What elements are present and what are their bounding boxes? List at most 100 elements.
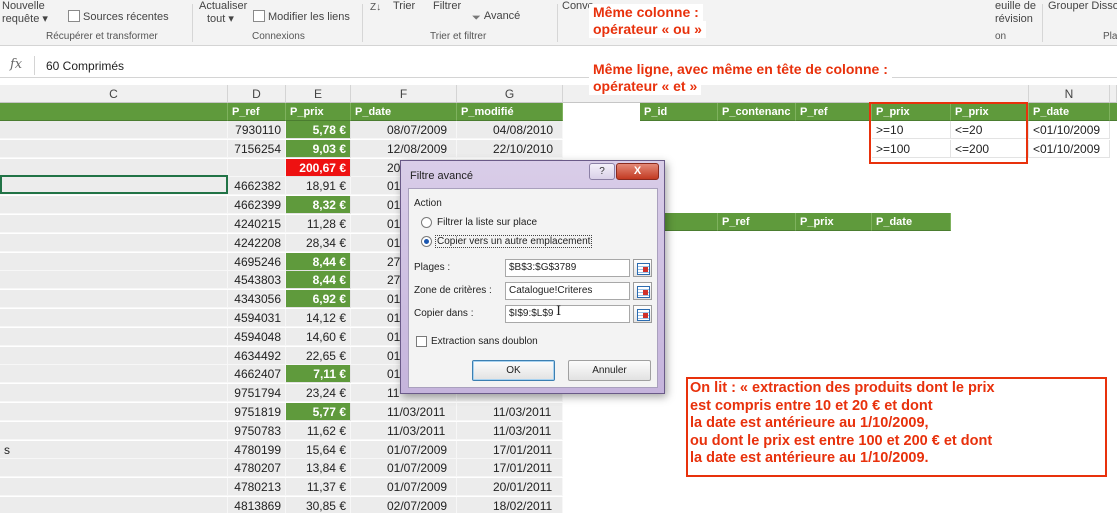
cell-c[interactable] xyxy=(0,290,228,309)
cell-c[interactable] xyxy=(0,365,228,384)
cell-c[interactable] xyxy=(0,271,228,290)
criteria-cell-date-row1[interactable]: <01/10/2009 xyxy=(1029,121,1110,139)
cell-p-ref[interactable]: 7930110 xyxy=(228,121,286,139)
output-header-p-prix[interactable]: P_prix xyxy=(796,213,872,231)
criteria-header-p-contenance[interactable]: P_contenanc xyxy=(718,103,796,121)
cell-p-modifie[interactable]: 20/01/2011 xyxy=(457,478,563,497)
header-p-modifie[interactable]: P_modifié xyxy=(457,103,563,121)
ribbon-group-ungroup-button[interactable]: Grouper Dissoc xyxy=(1048,0,1117,12)
cell-c[interactable] xyxy=(0,421,228,440)
cell-p-prix[interactable]: 15,64 € xyxy=(286,440,351,459)
cell-p-modifie[interactable]: 11/03/2011 xyxy=(457,403,563,421)
header-p-prix[interactable]: P_prix xyxy=(286,103,351,121)
cell-p-prix[interactable]: 8,44 € xyxy=(286,271,351,290)
sort-za-icon[interactable]: Z↓ xyxy=(370,2,381,13)
cell-c[interactable] xyxy=(0,478,228,497)
range-picker-icon[interactable] xyxy=(633,259,652,277)
cell-c[interactable] xyxy=(0,346,228,365)
cell-p-ref[interactable]: 4780199 xyxy=(228,440,286,459)
cell-p-prix[interactable]: 5,78 € xyxy=(286,121,351,139)
cell-c[interactable] xyxy=(0,215,228,233)
cell-p-date[interactable]: 02/07/2009 xyxy=(351,497,457,513)
cell-p-prix[interactable]: 5,77 € xyxy=(286,403,351,421)
cell-p-prix[interactable]: 18,91 € xyxy=(286,177,351,196)
cell-p-date[interactable]: 11/03/2011 xyxy=(351,403,457,421)
cell-p-ref[interactable]: 9750783 xyxy=(228,421,286,440)
cell-p-modifie[interactable]: 18/02/2011 xyxy=(457,497,563,513)
cell-p-prix[interactable]: 200,67 € xyxy=(286,158,351,177)
cell-p-prix[interactable]: 8,44 € xyxy=(286,252,351,271)
cell-p-modifie[interactable]: 04/08/2010 xyxy=(457,121,563,139)
formula-input[interactable]: 60 Comprimés xyxy=(46,59,124,73)
cell-p-ref[interactable]: 4594031 xyxy=(228,309,286,327)
cell-p-modifie[interactable]: 22/10/2010 xyxy=(457,139,563,158)
cell-c[interactable]: s xyxy=(0,440,228,459)
dialog-close-button[interactable]: X xyxy=(616,163,659,180)
dialog-help-button[interactable]: ? xyxy=(589,163,615,180)
cell-p-prix[interactable]: 6,92 € xyxy=(286,290,351,309)
cell-p-prix[interactable]: 30,85 € xyxy=(286,497,351,513)
cell-c[interactable] xyxy=(0,309,228,327)
cell-p-ref[interactable]: 4543803 xyxy=(228,271,286,290)
output-header-p-date[interactable]: P_date xyxy=(872,213,951,231)
cell-p-ref[interactable]: 4662382 xyxy=(228,177,286,196)
range-picker-icon[interactable] xyxy=(633,282,652,300)
cell-c[interactable] xyxy=(0,196,228,215)
cell-p-date[interactable]: 01/07/2009 xyxy=(351,440,457,459)
column-header-g[interactable]: G xyxy=(457,85,563,103)
ribbon-forecast-sheet-button[interactable]: euille de xyxy=(995,0,1036,12)
ribbon-advanced-button[interactable]: ⏷ Avancé xyxy=(472,10,520,25)
cell-p-date[interactable]: 12/08/2009 xyxy=(351,139,457,158)
radio-copy-elsewhere-label[interactable]: Copier vers un autre emplacement xyxy=(435,235,593,248)
cell-p-prix[interactable]: 7,11 € xyxy=(286,365,351,384)
cell-p-ref[interactable]: 4813869 xyxy=(228,497,286,513)
cell-p-ref[interactable]: 4594048 xyxy=(228,327,286,346)
output-header-p-ref[interactable]: P_ref xyxy=(718,213,796,231)
column-header-f[interactable]: F xyxy=(351,85,457,103)
ribbon-filter-button[interactable]: Filtrer xyxy=(433,0,461,12)
cell-p-ref[interactable]: 4634492 xyxy=(228,346,286,365)
cell-p-prix[interactable]: 14,12 € xyxy=(286,309,351,327)
cell-p-prix[interactable]: 11,28 € xyxy=(286,215,351,233)
cell-p-ref[interactable]: 7156254 xyxy=(228,139,286,158)
ribbon-sort-button[interactable]: Trier xyxy=(393,0,415,12)
cell-p-ref[interactable]: 9751819 xyxy=(228,403,286,421)
list-range-input[interactable]: $B$3:$G$3789 xyxy=(505,259,630,277)
cell-p-modifie[interactable]: 11/03/2011 xyxy=(457,421,563,440)
cell-p-date[interactable]: 01/07/2009 xyxy=(351,459,457,478)
header-cell-c[interactable] xyxy=(0,103,228,121)
cell-p-ref[interactable]: 4240215 xyxy=(228,215,286,233)
cell-c[interactable] xyxy=(0,327,228,346)
header-p-ref[interactable]: P_ref xyxy=(228,103,286,121)
unique-records-label[interactable]: Extraction sans doublon xyxy=(431,336,538,347)
cell-p-prix[interactable]: 23,24 € xyxy=(286,384,351,403)
cell-p-modifie[interactable]: 17/01/2011 xyxy=(457,440,563,459)
fx-icon[interactable]: fx xyxy=(10,57,22,72)
cell-p-prix[interactable]: 9,03 € xyxy=(286,139,351,158)
cell-p-prix[interactable]: 28,34 € xyxy=(286,233,351,252)
radio-filter-in-place-label[interactable]: Filtrer la liste sur place xyxy=(437,217,537,228)
ribbon-refresh-button[interactable]: Actualiser xyxy=(199,0,247,12)
cell-p-ref[interactable] xyxy=(228,158,286,177)
cell-p-ref[interactable]: 4780213 xyxy=(228,478,286,497)
ok-button[interactable]: OK xyxy=(472,360,555,381)
cell-p-ref[interactable]: 4343056 xyxy=(228,290,286,309)
active-cell-selection[interactable] xyxy=(0,175,228,194)
range-picker-icon[interactable] xyxy=(633,305,652,323)
criteria-header-p-date[interactable]: P_date xyxy=(1029,103,1110,121)
cell-p-ref[interactable]: 4242208 xyxy=(228,233,286,252)
cell-c[interactable] xyxy=(0,139,228,158)
criteria-header-p-id[interactable]: P_id xyxy=(640,103,718,121)
cell-c[interactable] xyxy=(0,121,228,139)
cell-p-prix[interactable]: 11,62 € xyxy=(286,421,351,440)
cell-c[interactable] xyxy=(0,459,228,478)
column-header-d[interactable]: D xyxy=(228,85,286,103)
cell-c[interactable] xyxy=(0,233,228,252)
column-header-n[interactable]: N xyxy=(1029,85,1110,103)
criteria-header-p-ref[interactable]: P_ref xyxy=(796,103,872,121)
header-p-date[interactable]: P_date xyxy=(351,103,457,121)
criteria-header-extra[interactable] xyxy=(1110,103,1117,121)
ribbon-refresh-dropdown[interactable]: tout ▾ xyxy=(207,12,234,25)
copy-to-input[interactable]: $I$9:$L$9 xyxy=(505,305,630,323)
cell-p-prix[interactable]: 13,84 € xyxy=(286,459,351,478)
